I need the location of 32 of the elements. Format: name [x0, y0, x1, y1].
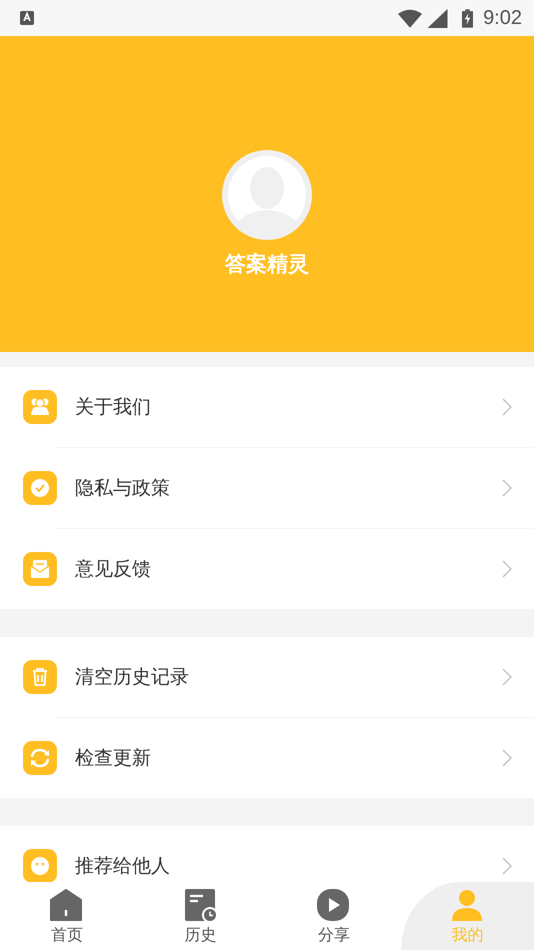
- menu-item[interactable]: 清空历史记录: [0, 637, 534, 717]
- menu-label: 推荐给他人: [75, 854, 171, 879]
- badge-check-icon: [23, 471, 57, 505]
- menu-item[interactable]: 关于我们: [0, 367, 534, 447]
- status-time: 9:02: [483, 6, 522, 30]
- trash-icon: [23, 660, 57, 694]
- menu-item[interactable]: 检查更新: [0, 718, 534, 798]
- keyboard-icon: [19, 10, 35, 26]
- refresh-icon: [23, 741, 57, 775]
- history-icon: [182, 888, 218, 923]
- menu-item[interactable]: 意见反馈: [0, 529, 534, 609]
- menu-label: 隐私与政策: [75, 476, 171, 501]
- avatar-icon: [222, 150, 312, 240]
- chevron-right-icon: [502, 398, 512, 416]
- menu-label: 检查更新: [75, 746, 152, 771]
- chevron-right-icon: [502, 749, 512, 767]
- menu-label: 关于我们: [75, 395, 152, 420]
- battery-icon: [462, 8, 474, 28]
- people-icon: [23, 390, 57, 424]
- feedback-icon: [23, 552, 57, 586]
- signal-icon: [426, 8, 450, 28]
- home-icon: [49, 888, 84, 923]
- menu-item[interactable]: 隐私与政策: [0, 448, 534, 528]
- menu-label: 意见反馈: [75, 557, 152, 582]
- chevron-right-icon: [502, 560, 512, 578]
- profile-name: 答案精灵: [225, 251, 309, 278]
- chevron-right-icon: [502, 479, 512, 497]
- wifi-icon: [398, 8, 422, 28]
- chevron-right-icon: [502, 668, 512, 686]
- person-icon: [450, 888, 485, 923]
- menu-label: 清空历史记录: [75, 665, 190, 690]
- chevron-right-icon: [502, 857, 512, 875]
